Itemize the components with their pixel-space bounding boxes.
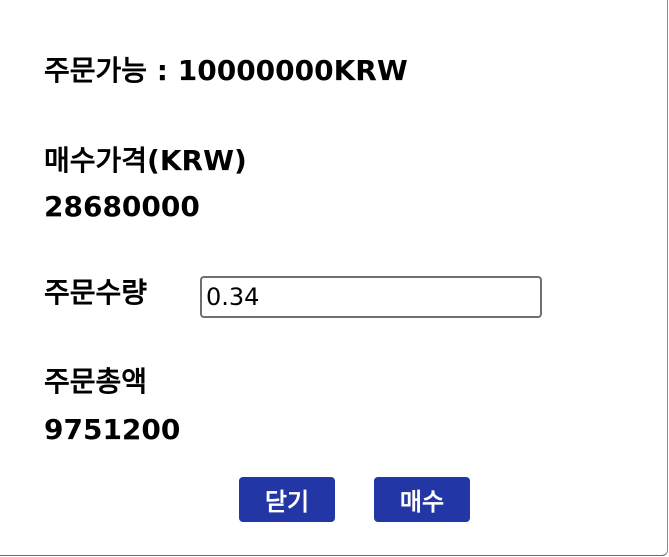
available-label: 주문가능	[44, 54, 148, 87]
close-button[interactable]: 닫기	[239, 477, 335, 522]
available-balance: 주문가능 : 10000000KRW	[44, 54, 408, 88]
price-value: 28680000	[44, 190, 200, 223]
buy-button[interactable]: 매수	[374, 477, 470, 522]
order-dialog: 주문가능 : 10000000KRW 매수가격(KRW) 28680000 주문…	[0, 0, 668, 556]
available-separator: :	[147, 54, 178, 87]
total-value: 9751200	[44, 413, 181, 446]
available-amount: 10000000	[177, 54, 334, 87]
total-label: 주문총액	[44, 365, 148, 398]
price-label: 매수가격(KRW)	[44, 144, 247, 177]
quantity-label: 주문수량	[44, 276, 148, 309]
quantity-input[interactable]	[200, 276, 542, 318]
available-currency: KRW	[333, 54, 408, 87]
